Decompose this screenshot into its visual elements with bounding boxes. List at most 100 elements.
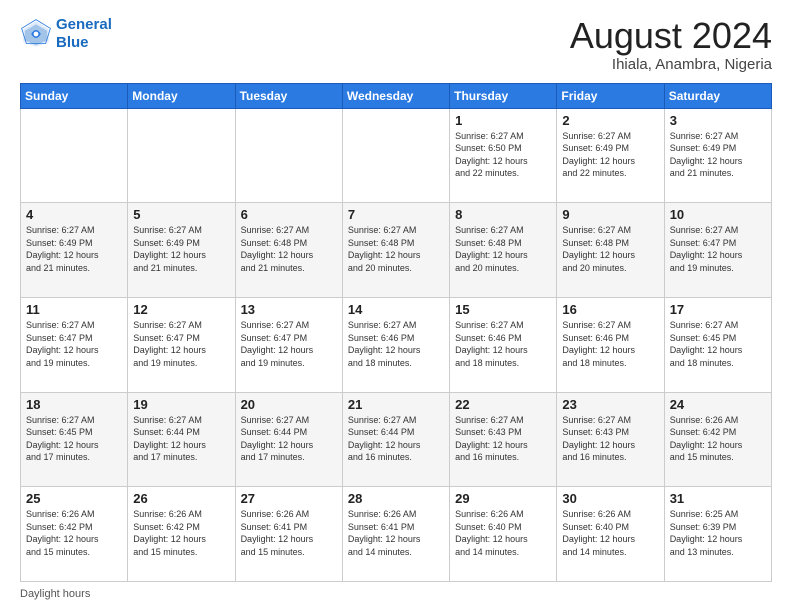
- day-number: 23: [562, 397, 658, 412]
- day-number: 6: [241, 207, 337, 222]
- day-number: 17: [670, 302, 766, 317]
- day-number: 14: [348, 302, 444, 317]
- day-number: 26: [133, 491, 229, 506]
- day-number: 20: [241, 397, 337, 412]
- day-info: Sunrise: 6:27 AM Sunset: 6:45 PM Dayligh…: [670, 319, 766, 369]
- day-info: Sunrise: 6:26 AM Sunset: 6:40 PM Dayligh…: [455, 508, 551, 558]
- calendar-cell: 12Sunrise: 6:27 AM Sunset: 6:47 PM Dayli…: [128, 297, 235, 392]
- day-info: Sunrise: 6:26 AM Sunset: 6:40 PM Dayligh…: [562, 508, 658, 558]
- day-number: 30: [562, 491, 658, 506]
- calendar-cell: [128, 108, 235, 203]
- calendar-col-header: Saturday: [664, 83, 771, 108]
- calendar-cell: 24Sunrise: 6:26 AM Sunset: 6:42 PM Dayli…: [664, 392, 771, 487]
- footer-label: Daylight hours: [20, 588, 90, 600]
- day-info: Sunrise: 6:27 AM Sunset: 6:46 PM Dayligh…: [455, 319, 551, 369]
- calendar-week-row: 1Sunrise: 6:27 AM Sunset: 6:50 PM Daylig…: [21, 108, 772, 203]
- calendar-cell: 30 Sunrise: 6:26 AM Sunset: 6:40 PM Dayli…: [557, 487, 664, 582]
- day-info: Sunrise: 6:26 AM Sunset: 6:42 PM Dayligh…: [26, 508, 122, 558]
- calendar-cell: 14Sunrise: 6:27 AM Sunset: 6:46 PM Dayli…: [342, 297, 449, 392]
- calendar-cell: 17 Sunrise: 6:27 AM Sunset: 6:45 PM Dayli…: [664, 297, 771, 392]
- day-info: Sunrise: 6:27 AM Sunset: 6:44 PM Dayligh…: [348, 414, 444, 464]
- day-info: Sunrise: 6:27 AM Sunset: 6:47 PM Dayligh…: [133, 319, 229, 369]
- logo-icon: [20, 18, 52, 50]
- calendar-cell: 29 Sunrise: 6:26 AM Sunset: 6:40 PM Dayli…: [450, 487, 557, 582]
- page: General Blue August 2024 Ihiala, Anambra…: [0, 0, 792, 612]
- location: Ihiala, Anambra, Nigeria: [570, 56, 772, 73]
- calendar-header-row: SundayMondayTuesdayWednesdayThursdayFrid…: [21, 83, 772, 108]
- day-number: 19: [133, 397, 229, 412]
- day-number: 25: [26, 491, 122, 506]
- day-number: 11: [26, 302, 122, 317]
- day-number: 21: [348, 397, 444, 412]
- month-title: August 2024: [570, 16, 772, 56]
- calendar-cell: 23Sunrise: 6:27 AM Sunset: 6:43 PM Dayli…: [557, 392, 664, 487]
- calendar-cell: 22 Sunrise: 6:27 AM Sunset: 6:43 PM Dayli…: [450, 392, 557, 487]
- day-number: 4: [26, 207, 122, 222]
- calendar-cell: 15Sunrise: 6:27 AM Sunset: 6:46 PM Dayli…: [450, 297, 557, 392]
- logo-line1: General: [56, 16, 112, 33]
- day-number: 16: [562, 302, 658, 317]
- logo: General Blue: [20, 16, 112, 52]
- calendar-cell: 9 Sunrise: 6:27 AM Sunset: 6:48 PM Daylig…: [557, 203, 664, 298]
- calendar-col-header: Monday: [128, 83, 235, 108]
- logo-line2: Blue: [56, 34, 89, 51]
- calendar-cell: 6 Sunrise: 6:27 AM Sunset: 6:48 PM Daylig…: [235, 203, 342, 298]
- day-info: Sunrise: 6:26 AM Sunset: 6:41 PM Dayligh…: [348, 508, 444, 558]
- logo-text: General Blue: [56, 16, 112, 52]
- day-number: 7: [348, 207, 444, 222]
- calendar-cell: 10Sunrise: 6:27 AM Sunset: 6:47 PM Dayli…: [664, 203, 771, 298]
- calendar-cell: 19Sunrise: 6:27 AM Sunset: 6:44 PM Dayli…: [128, 392, 235, 487]
- calendar-cell: 26 Sunrise: 6:26 AM Sunset: 6:42 PM Dayli…: [128, 487, 235, 582]
- day-info: Sunrise: 6:26 AM Sunset: 6:42 PM Dayligh…: [133, 508, 229, 558]
- calendar-cell: 2 Sunrise: 6:27 AM Sunset: 6:49 PM Daylig…: [557, 108, 664, 203]
- day-number: 22: [455, 397, 551, 412]
- calendar-cell: 16 Sunrise: 6:27 AM Sunset: 6:46 PM Dayli…: [557, 297, 664, 392]
- day-number: 8: [455, 207, 551, 222]
- day-number: 29: [455, 491, 551, 506]
- calendar-cell: 25 Sunrise: 6:26 AM Sunset: 6:42 PM Dayli…: [21, 487, 128, 582]
- title-block: August 2024 Ihiala, Anambra, Nigeria: [570, 16, 772, 73]
- calendar-table: SundayMondayTuesdayWednesdayThursdayFrid…: [20, 83, 772, 582]
- calendar-cell: 4 Sunrise: 6:27 AM Sunset: 6:49 PM Daylig…: [21, 203, 128, 298]
- day-info: Sunrise: 6:25 AM Sunset: 6:39 PM Dayligh…: [670, 508, 766, 558]
- calendar-cell: 20 Sunrise: 6:27 AM Sunset: 6:44 PM Dayli…: [235, 392, 342, 487]
- day-number: 3: [670, 113, 766, 128]
- day-info: Sunrise: 6:27 AM Sunset: 6:46 PM Dayligh…: [562, 319, 658, 369]
- day-number: 24: [670, 397, 766, 412]
- header: General Blue August 2024 Ihiala, Anambra…: [20, 16, 772, 73]
- day-number: 18: [26, 397, 122, 412]
- calendar-week-row: 11 Sunrise: 6:27 AM Sunset: 6:47 PM Dayli…: [21, 297, 772, 392]
- calendar-week-row: 18 Sunrise: 6:27 AM Sunset: 6:45 PM Dayli…: [21, 392, 772, 487]
- calendar-cell: 21 Sunrise: 6:27 AM Sunset: 6:44 PM Dayli…: [342, 392, 449, 487]
- day-info: Sunrise: 6:27 AM Sunset: 6:48 PM Dayligh…: [562, 224, 658, 274]
- calendar-cell: 8 Sunrise: 6:27 AM Sunset: 6:48 PM Daylig…: [450, 203, 557, 298]
- day-info: Sunrise: 6:27 AM Sunset: 6:45 PM Dayligh…: [26, 414, 122, 464]
- calendar-week-row: 4 Sunrise: 6:27 AM Sunset: 6:49 PM Daylig…: [21, 203, 772, 298]
- day-number: 27: [241, 491, 337, 506]
- calendar-cell: 7 Sunrise: 6:27 AM Sunset: 6:48 PM Daylig…: [342, 203, 449, 298]
- day-info: Sunrise: 6:27 AM Sunset: 6:44 PM Dayligh…: [241, 414, 337, 464]
- calendar-cell: 13 Sunrise: 6:27 AM Sunset: 6:47 PM Dayli…: [235, 297, 342, 392]
- calendar-cell: 5Sunrise: 6:27 AM Sunset: 6:49 PM Daylig…: [128, 203, 235, 298]
- footer: Daylight hours: [20, 588, 772, 600]
- calendar-col-header: Thursday: [450, 83, 557, 108]
- day-info: Sunrise: 6:27 AM Sunset: 6:48 PM Dayligh…: [455, 224, 551, 274]
- calendar-col-header: Sunday: [21, 83, 128, 108]
- day-number: 13: [241, 302, 337, 317]
- day-info: Sunrise: 6:27 AM Sunset: 6:49 PM Dayligh…: [562, 130, 658, 180]
- calendar-cell: [235, 108, 342, 203]
- calendar-cell: 28Sunrise: 6:26 AM Sunset: 6:41 PM Dayli…: [342, 487, 449, 582]
- day-info: Sunrise: 6:27 AM Sunset: 6:48 PM Dayligh…: [348, 224, 444, 274]
- calendar-week-row: 25 Sunrise: 6:26 AM Sunset: 6:42 PM Dayli…: [21, 487, 772, 582]
- calendar-cell: 3Sunrise: 6:27 AM Sunset: 6:49 PM Daylig…: [664, 108, 771, 203]
- calendar-cell: 18 Sunrise: 6:27 AM Sunset: 6:45 PM Dayli…: [21, 392, 128, 487]
- calendar-cell: 31Sunrise: 6:25 AM Sunset: 6:39 PM Dayli…: [664, 487, 771, 582]
- day-info: Sunrise: 6:26 AM Sunset: 6:41 PM Dayligh…: [241, 508, 337, 558]
- day-info: Sunrise: 6:27 AM Sunset: 6:48 PM Dayligh…: [241, 224, 337, 274]
- day-info: Sunrise: 6:27 AM Sunset: 6:43 PM Dayligh…: [455, 414, 551, 464]
- calendar-cell: [21, 108, 128, 203]
- day-number: 2: [562, 113, 658, 128]
- day-info: Sunrise: 6:27 AM Sunset: 6:47 PM Dayligh…: [241, 319, 337, 369]
- day-number: 9: [562, 207, 658, 222]
- day-info: Sunrise: 6:27 AM Sunset: 6:49 PM Dayligh…: [26, 224, 122, 274]
